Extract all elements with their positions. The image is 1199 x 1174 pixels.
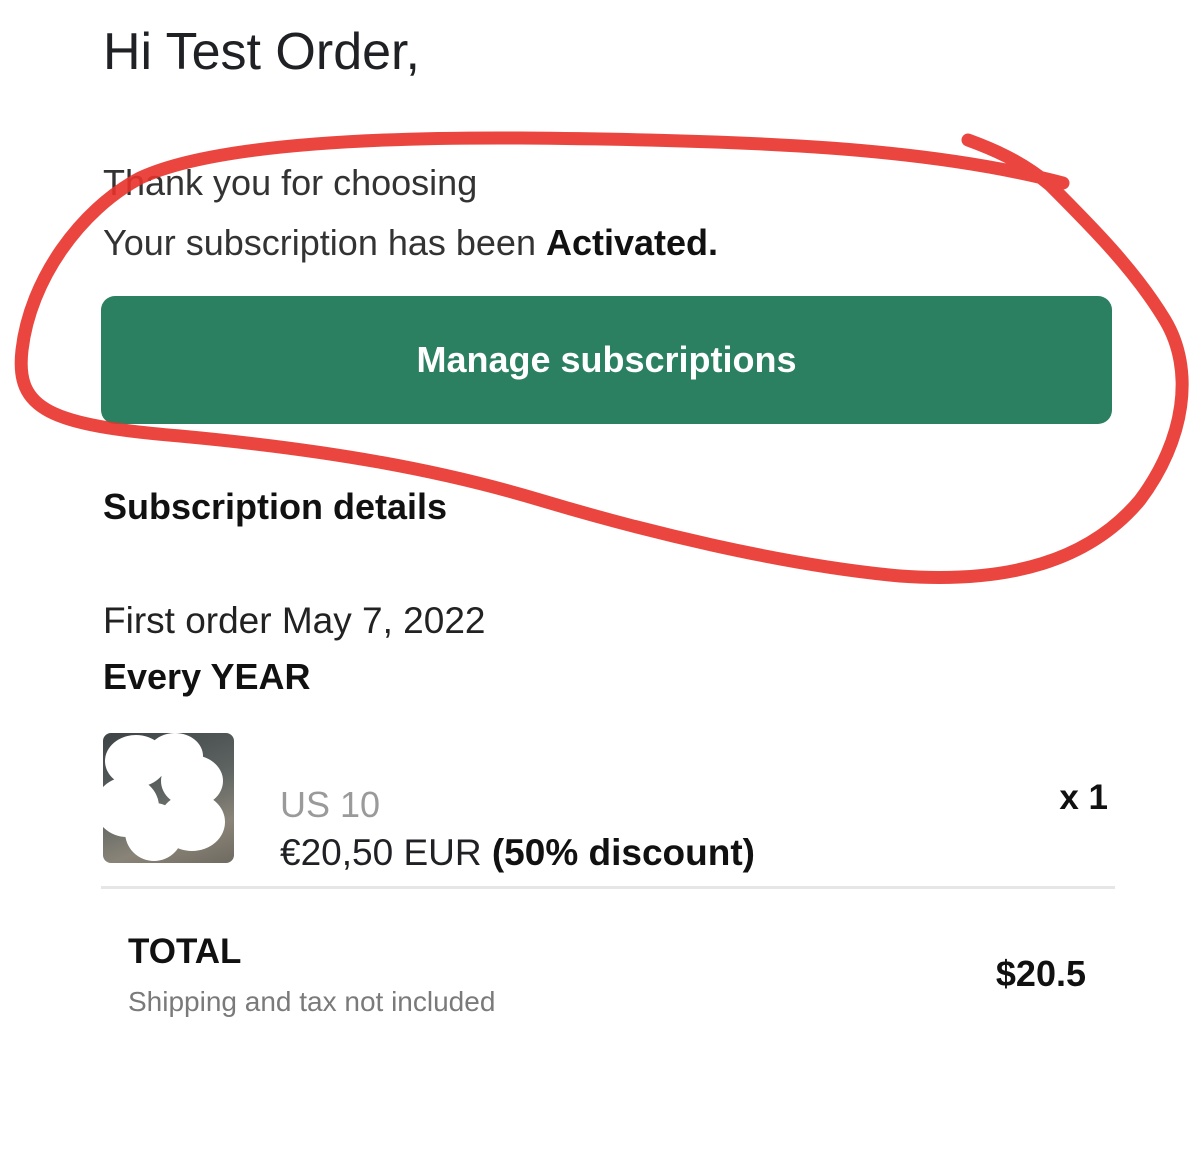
total-note: Shipping and tax not included <box>128 986 496 1017</box>
price-value: €20,50 EUR <box>280 832 492 873</box>
first-order-date: First order May 7, 2022 <box>103 600 486 641</box>
product-quantity: x 1 <box>1059 778 1108 817</box>
billing-frequency: Every YEAR <box>103 656 311 697</box>
thank-you-text: Thank you for choosing <box>103 162 478 203</box>
subscription-status: Your subscription has been Activated. <box>103 222 718 264</box>
manage-subscriptions-button[interactable]: Manage subscriptions <box>101 296 1112 424</box>
total-label: TOTAL <box>128 932 242 971</box>
greeting-heading: Hi Test Order, <box>103 23 420 81</box>
discount-label: (50% discount) <box>491 832 755 873</box>
product-thumbnail <box>103 733 234 863</box>
total-amount: $20.5 <box>995 953 1086 994</box>
product-price: €20,50 EUR (50% discount) <box>280 832 755 874</box>
divider <box>101 886 1115 889</box>
status-prefix: Your subscription has been <box>103 222 546 263</box>
product-variant: US 10 <box>280 784 381 825</box>
status-value: Activated. <box>545 222 719 263</box>
subscription-details-title: Subscription details <box>103 486 448 527</box>
